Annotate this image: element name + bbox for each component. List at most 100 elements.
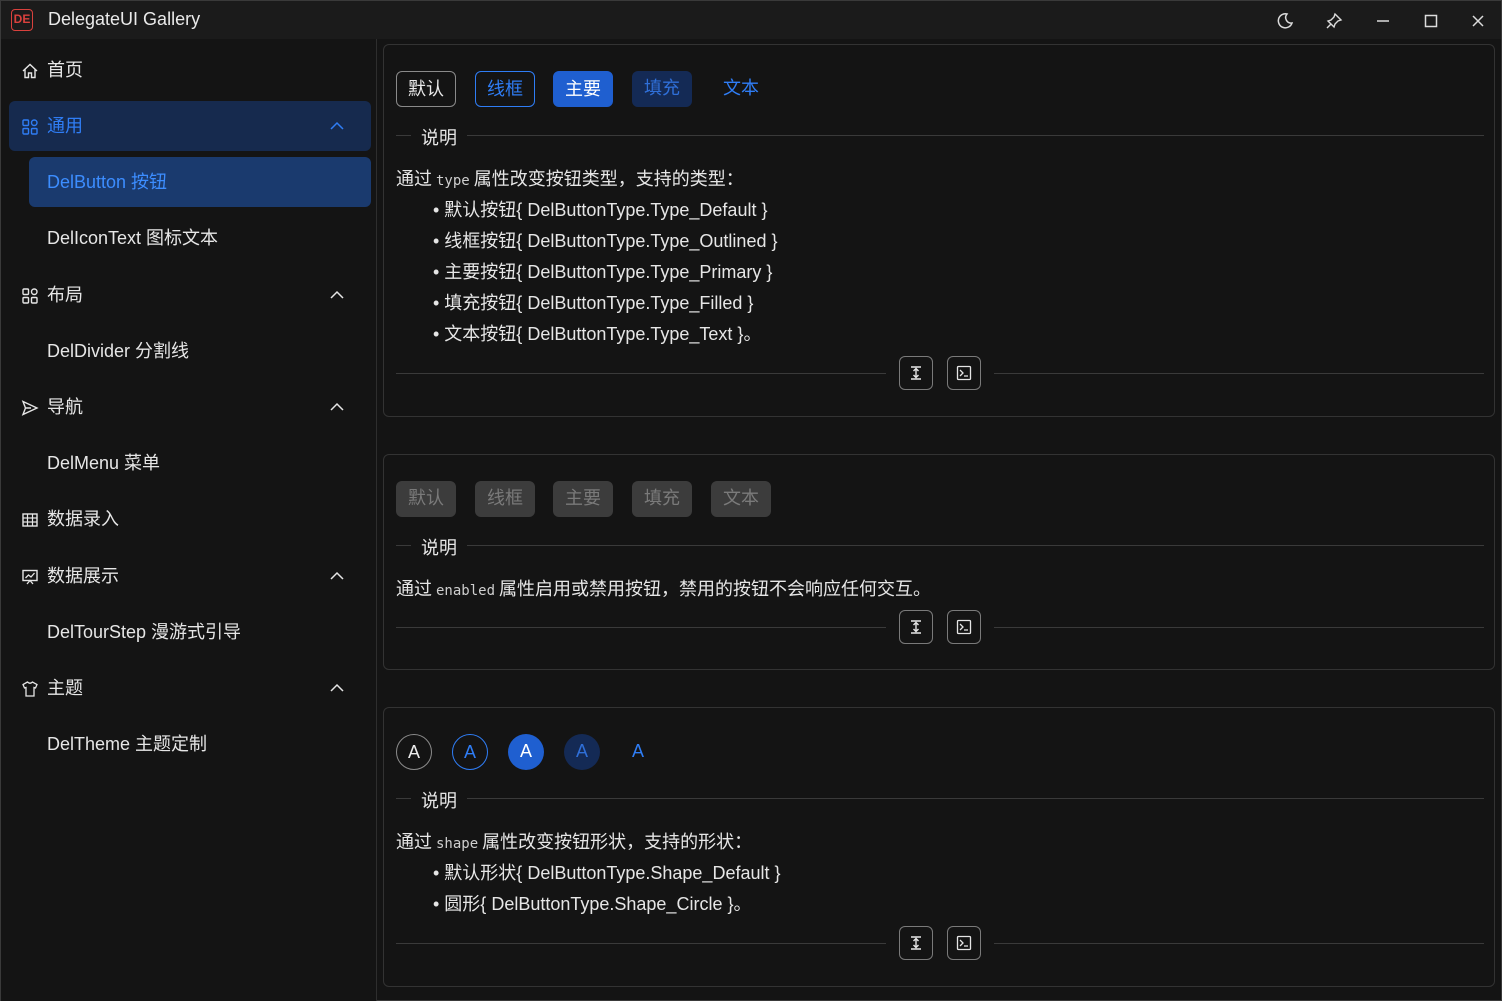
app-window: DE DelegateUI Gallery 首页 通用 DelButton 按钮… (0, 0, 1502, 1001)
divider (396, 135, 1484, 136)
circle-primary-button[interactable]: A (508, 734, 544, 770)
divider (396, 627, 886, 628)
description: 通过 enabled 属性启用或禁用按钮，禁用的按钮不会响应任何交互。 (396, 575, 931, 601)
expand-code-icon[interactable] (899, 610, 933, 644)
expand-code-icon[interactable] (899, 926, 933, 960)
sidebar-item-deliacontext[interactable]: DelIconText 图标文本 (29, 213, 371, 263)
sidebar-group-theme[interactable]: 主题 (9, 663, 371, 713)
terminal-icon[interactable] (947, 356, 981, 390)
sidebar-item-label: DelTourStep 漫游式引导 (47, 622, 242, 642)
bullet-item: • 线框按钮{ DelButtonType.Type_Outlined } (433, 231, 778, 251)
app-logo-icon: DE (11, 9, 33, 31)
outlined-button[interactable]: 线框 (475, 71, 535, 107)
sidebar-item-label: DelIconText 图标文本 (47, 228, 219, 248)
moon-icon[interactable] (1273, 9, 1297, 33)
sidebar-group-layout[interactable]: 布局 (9, 270, 371, 320)
chevron-up-icon (330, 683, 344, 692)
card-button-disabled: 默认 线框 主要 填充 文本 说明 通过 enabled 属性启用或禁用按钮，禁用的… (383, 454, 1495, 670)
sidebar-item-label: 首页 (47, 60, 83, 80)
desc-prefix: 通过 (396, 579, 432, 599)
disabled-primary-button[interactable]: 主要 (553, 481, 613, 517)
terminal-icon[interactable] (947, 610, 981, 644)
minimize-icon[interactable] (1371, 9, 1395, 33)
home-icon (21, 62, 39, 80)
bullet-item: • 文本按钮{ DelButtonType.Type_Text }。 (433, 324, 762, 344)
section-title: 说明 (411, 787, 467, 813)
title-bar: DE DelegateUI Gallery (1, 1, 1501, 39)
primary-button[interactable]: 主要 (553, 71, 613, 107)
default-button[interactable]: 默认 (396, 71, 456, 107)
disabled-text-button[interactable]: 文本 (711, 481, 771, 517)
window-title: DelegateUI Gallery (48, 9, 201, 29)
maximize-icon[interactable] (1419, 9, 1443, 33)
sidebar-item-label: DelDivider 分割线 (47, 341, 190, 361)
chart-icon (21, 568, 39, 586)
circle-default-button[interactable]: A (396, 734, 432, 770)
filled-button[interactable]: 填充 (632, 71, 692, 107)
main-content: 默认 线框 主要 填充 文本 说明 通过 type 属性改变按钮类型，支持的类型： … (378, 39, 1500, 1001)
sidebar-item-label: DelButton 按钮 (47, 172, 168, 192)
circle-text-button[interactable]: A (620, 734, 656, 770)
section-title: 说明 (411, 534, 467, 560)
divider (396, 798, 1484, 799)
disabled-filled-button[interactable]: 填充 (632, 481, 692, 517)
sidebar-item-delbutton[interactable]: DelButton 按钮 (29, 157, 371, 207)
terminal-icon[interactable] (947, 926, 981, 960)
bullet-item: • 圆形{ DelButtonType.Shape_Circle }。 (433, 894, 752, 914)
sidebar-item-label: 导航 (47, 397, 83, 417)
send-icon (21, 399, 39, 417)
card-button-types: 默认 线框 主要 填充 文本 说明 通过 type 属性改变按钮类型，支持的类型： … (383, 44, 1495, 417)
text-button[interactable]: 文本 (711, 71, 771, 107)
sidebar-item-home[interactable]: 首页 (9, 45, 371, 95)
circle-outlined-button[interactable]: A (452, 734, 488, 770)
sidebar-item-label: 布局 (47, 285, 83, 305)
section-title: 说明 (411, 124, 467, 150)
divider (396, 373, 886, 374)
description: 通过 type 属性改变按钮类型，支持的类型： (396, 165, 744, 191)
divider (396, 545, 1484, 546)
sidebar-item-label: 通用 (47, 116, 83, 136)
sidebar-group-data-display[interactable]: 数据展示 (9, 551, 371, 601)
pin-icon[interactable] (1322, 9, 1346, 33)
sidebar-item-deltheme[interactable]: DelTheme 主题定制 (29, 719, 371, 769)
appstore-icon (21, 287, 39, 305)
bullet-item: • 默认形状{ DelButtonType.Shape_Default } (433, 863, 781, 883)
circle-filled-button[interactable]: A (564, 734, 600, 770)
expand-code-icon[interactable] (899, 356, 933, 390)
sidebar-item-delmenu[interactable]: DelMenu 菜单 (29, 438, 371, 488)
sidebar-item-label: 主题 (47, 678, 83, 698)
desc-code: type (436, 173, 470, 189)
sidebar-group-navigation[interactable]: 导航 (9, 382, 371, 432)
divider (994, 943, 1484, 944)
chevron-up-icon (330, 290, 344, 299)
sidebar-group-general[interactable]: 通用 (9, 101, 371, 151)
shirt-icon (21, 680, 39, 698)
sidebar-menu: 首页 通用 DelButton 按钮 DelIconText 图标文本 布局 D… (1, 39, 377, 1001)
card-button-shapes: A A A A A 说明 通过 shape 属性改变按钮形状，支持的形状： • 默认… (383, 707, 1495, 987)
sidebar-item-label: 数据录入 (47, 509, 119, 529)
appstore-icon (21, 118, 39, 136)
sidebar-item-deldivider[interactable]: DelDivider 分割线 (29, 326, 371, 376)
divider (396, 943, 886, 944)
chevron-up-icon (330, 402, 344, 411)
sidebar-item-label: DelTheme 主题定制 (47, 734, 208, 754)
desc-suffix: 属性启用或禁用按钮，禁用的按钮不会响应任何交互。 (499, 579, 932, 599)
table-icon (21, 511, 39, 529)
sidebar-item-label: 数据展示 (47, 566, 119, 586)
desc-suffix: 属性改变按钮形状，支持的形状： (482, 832, 753, 852)
desc-code: shape (436, 836, 479, 852)
close-icon[interactable] (1466, 9, 1490, 33)
divider (994, 627, 1484, 628)
description: 通过 shape 属性改变按钮形状，支持的形状： (396, 828, 752, 854)
desc-suffix: 属性改变按钮类型，支持的类型： (473, 169, 744, 189)
bullet-item: • 填充按钮{ DelButtonType.Type_Filled } (433, 293, 754, 313)
disabled-default-button[interactable]: 默认 (396, 481, 456, 517)
sidebar-item-deltourstep[interactable]: DelTourStep 漫游式引导 (29, 607, 371, 657)
sidebar-group-data-entry[interactable]: 数据录入 (9, 494, 371, 544)
chevron-up-icon (330, 121, 344, 130)
sidebar-item-label: DelMenu 菜单 (47, 453, 161, 473)
desc-prefix: 通过 (396, 169, 432, 189)
disabled-outlined-button[interactable]: 线框 (475, 481, 535, 517)
divider (994, 373, 1484, 374)
desc-prefix: 通过 (396, 832, 432, 852)
